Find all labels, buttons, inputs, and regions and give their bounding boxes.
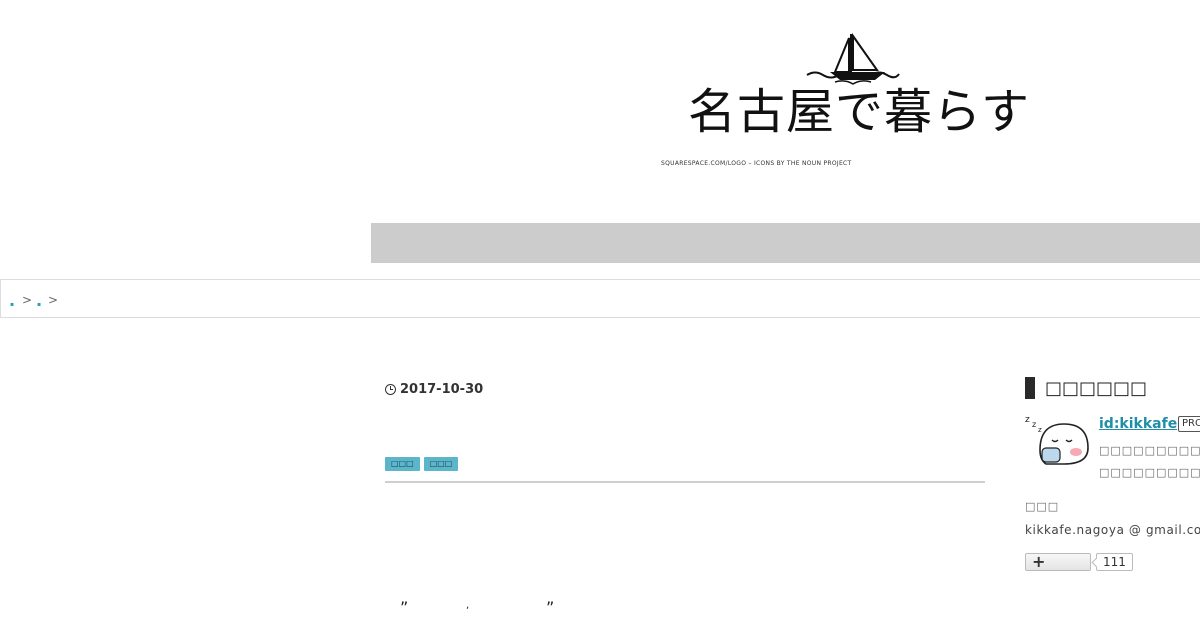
breadcrumb-item-home[interactable]: ▪ <box>10 294 14 308</box>
post-date-text[interactable]: 2017-10-30 <box>400 382 483 397</box>
breadcrumb-separator: > <box>22 293 33 307</box>
logo-credit: SQUARESPACE.COM/LOGO – ICONS BY THE NOUN… <box>661 160 852 167</box>
post-date[interactable]: 2017-10-30 <box>385 382 483 397</box>
category-tag[interactable]: □□□ <box>385 457 420 471</box>
sidebar-heading-text: □□□□□□ <box>1045 377 1148 399</box>
profile-description: □□□□□□□□□□□□□□ <box>1099 444 1200 457</box>
category-tags: □□□ □□□ <box>385 457 459 471</box>
quote-close-mark: ” <box>546 598 555 617</box>
profile-description: □□□□□□□□□□□□□□ <box>1099 466 1200 479</box>
article-header-divider <box>385 481 985 483</box>
follower-count[interactable]: 111 <box>1096 553 1133 571</box>
follow-button[interactable]: + <box>1025 553 1091 571</box>
sleep-z-icon: z <box>1038 426 1042 434</box>
category-tag[interactable]: □□□ <box>423 457 459 471</box>
sidebar-profile-heading: □□□□□□ <box>1025 377 1147 399</box>
quote-comma: , <box>466 600 470 611</box>
global-nav-bar <box>371 223 1200 263</box>
breadcrumb-item-category[interactable]: ▪ <box>37 294 41 308</box>
site-title[interactable]: 名古屋で暮らす <box>688 84 1030 140</box>
quote-open-mark: ” <box>400 598 409 617</box>
pro-badge: PRO <box>1178 416 1200 432</box>
sleep-z-icon: z <box>1032 420 1036 429</box>
breadcrumb: ▪ > ▪ > <box>0 279 1200 318</box>
plus-icon: + <box>1032 552 1046 571</box>
profile-id-link[interactable]: id:kikkafe <box>1099 416 1177 432</box>
breadcrumb-separator: > <box>48 293 59 307</box>
sailboat-logo-icon <box>806 32 900 85</box>
breadcrumb-link[interactable]: ▪ <box>37 301 41 308</box>
avatar[interactable]: z z z <box>1024 410 1092 468</box>
sleep-z-icon: z <box>1025 415 1030 425</box>
heading-bar-icon <box>1025 377 1035 399</box>
breadcrumb-link[interactable]: ▪ <box>10 301 14 308</box>
clock-icon <box>385 384 396 395</box>
contact-email: kikkafe.nagoya @ gmail.com <box>1025 523 1200 537</box>
contact-label: □□□ <box>1025 500 1060 513</box>
